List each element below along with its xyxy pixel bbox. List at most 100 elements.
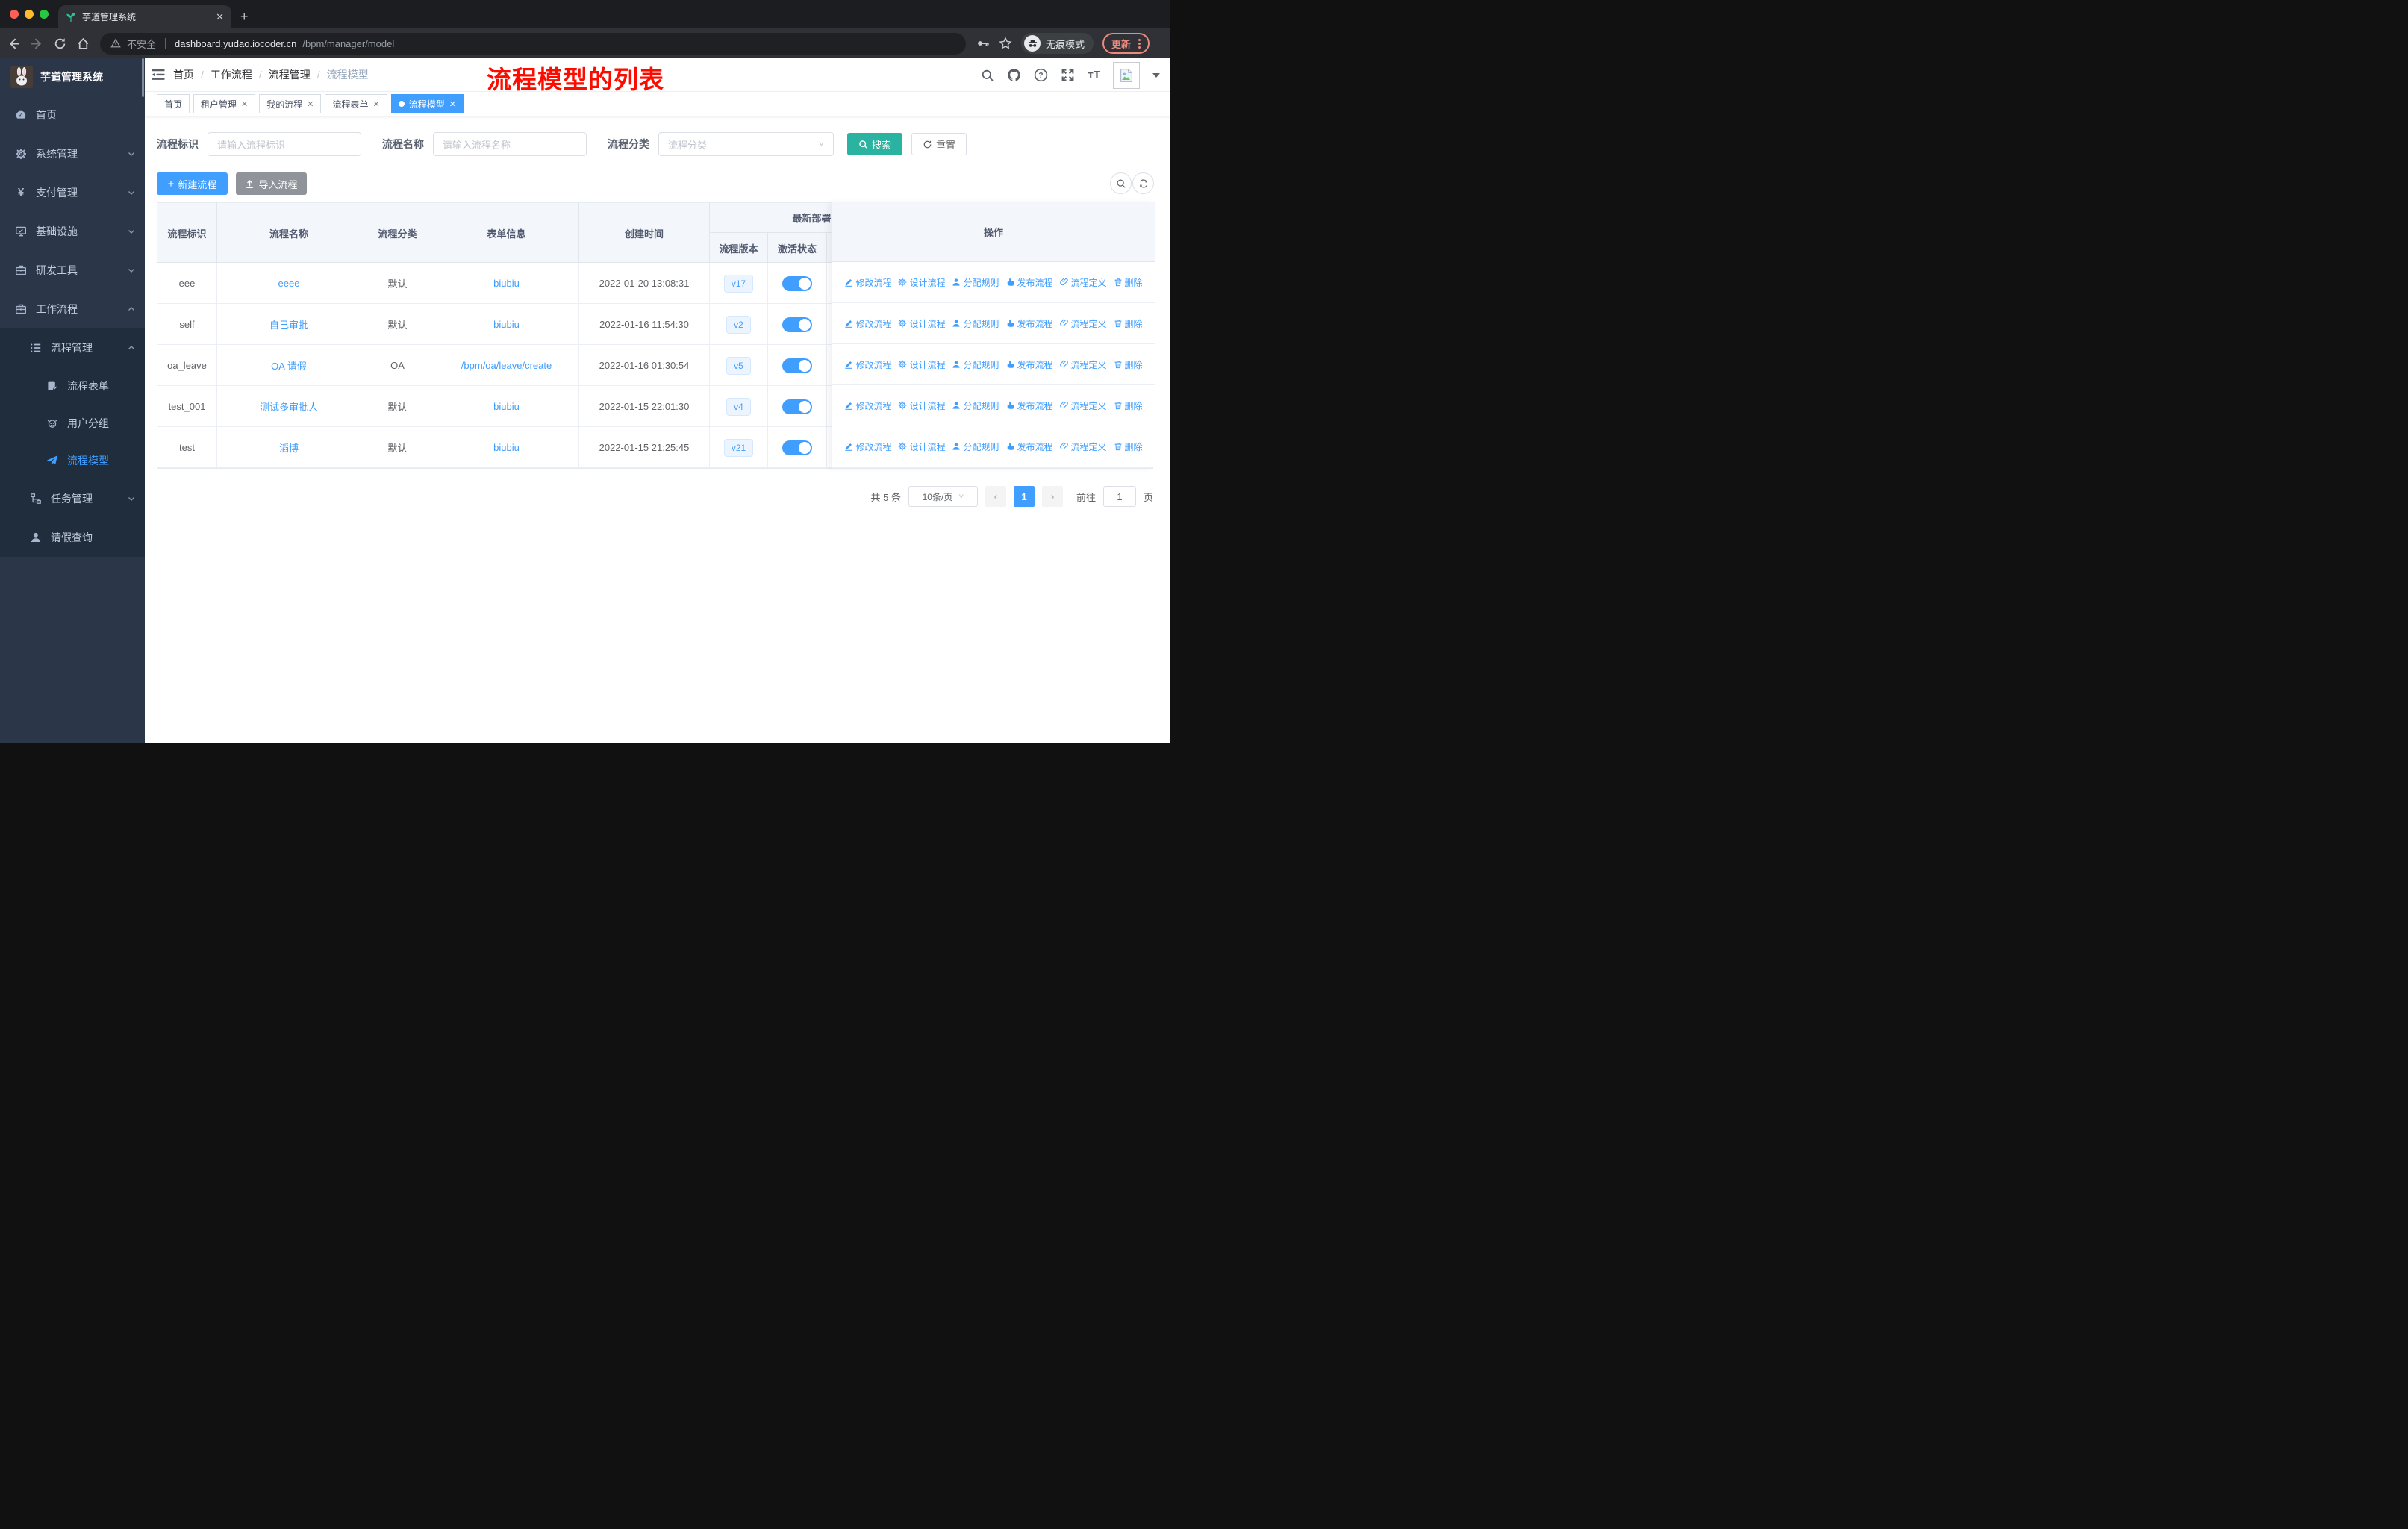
sidebar-item-system[interactable]: 系统管理 [0, 134, 145, 173]
active-toggle[interactable] [782, 440, 812, 455]
publish-process-link[interactable]: 发布流程 [1006, 276, 1053, 289]
delete-link[interactable]: 删除 [1114, 440, 1143, 453]
collapse-sidebar-icon[interactable] [145, 68, 173, 81]
process-category-select[interactable]: 流程分类 ˅ [658, 132, 834, 156]
close-window-button[interactable] [10, 10, 19, 19]
search-button[interactable]: 搜索 [847, 133, 903, 155]
bookmark-star-icon[interactable] [999, 37, 1012, 50]
active-toggle[interactable] [782, 399, 812, 414]
url-bar[interactable]: 不安全 dashboard.yudao.iocoder.cn/bpm/manag… [100, 32, 966, 55]
modify-process-link[interactable]: 修改流程 [844, 440, 891, 453]
process-name-link[interactable]: 测试多审批人 [260, 399, 318, 414]
breadcrumb-home[interactable]: 首页 [173, 67, 194, 82]
app-logo[interactable]: 芋道管理系统 [0, 58, 145, 96]
design-process-link[interactable]: 设计流程 [898, 399, 945, 412]
assign-rule-link[interactable]: 分配规则 [952, 317, 999, 330]
publish-process-link[interactable]: 发布流程 [1006, 440, 1053, 453]
form-info-link[interactable]: biubiu [493, 442, 520, 453]
tab-my-process[interactable]: 我的流程 ✕ [259, 94, 322, 113]
version-tag[interactable]: v2 [726, 315, 751, 334]
publish-process-link[interactable]: 发布流程 [1006, 399, 1053, 412]
tab-home[interactable]: 首页 [157, 94, 190, 113]
next-page-button[interactable]: › [1041, 486, 1063, 507]
prev-page-button[interactable]: ‹ [985, 486, 1006, 507]
tab-tenant-management[interactable]: 租户管理 ✕ [193, 94, 256, 113]
form-info-link[interactable]: biubiu [493, 401, 520, 412]
modify-process-link[interactable]: 修改流程 [844, 317, 891, 330]
form-info-link[interactable]: biubiu [493, 278, 520, 289]
browser-tab[interactable]: 芋道管理系统 ✕ [58, 5, 231, 28]
browser-update-button[interactable]: 更新 [1102, 33, 1150, 54]
back-icon[interactable] [7, 37, 20, 50]
tab-process-model[interactable]: 流程模型 ✕ [390, 94, 464, 113]
close-icon[interactable]: ✕ [449, 99, 456, 109]
font-size-icon[interactable]: ᴛT [1088, 69, 1100, 81]
publish-process-link[interactable]: 发布流程 [1006, 317, 1053, 330]
password-key-icon[interactable] [976, 37, 990, 50]
breadcrumb-process-management[interactable]: 流程管理 [269, 67, 311, 82]
publish-process-link[interactable]: 发布流程 [1006, 358, 1053, 371]
process-name-link[interactable]: OA 请假 [271, 358, 307, 373]
reset-button[interactable]: 重置 [911, 133, 967, 155]
modify-process-link[interactable]: 修改流程 [844, 358, 891, 371]
home-icon[interactable] [77, 37, 90, 50]
form-info-link[interactable]: /bpm/oa/leave/create [461, 360, 552, 371]
security-label[interactable]: 不安全 [127, 37, 156, 51]
help-icon[interactable]: ? [1034, 68, 1048, 82]
process-definition-link[interactable]: 流程定义 [1059, 440, 1107, 453]
process-name-link[interactable]: 自己审批 [269, 317, 308, 331]
process-definition-link[interactable]: 流程定义 [1059, 358, 1107, 371]
design-process-link[interactable]: 设计流程 [898, 276, 945, 289]
process-definition-link[interactable]: 流程定义 [1059, 276, 1107, 289]
search-icon[interactable] [981, 69, 994, 82]
import-process-button[interactable]: 导入流程 [236, 172, 307, 195]
github-icon[interactable] [1007, 68, 1021, 82]
tab-close-icon[interactable]: ✕ [216, 11, 224, 23]
version-tag[interactable]: v5 [726, 356, 751, 375]
sidebar-item-user-group[interactable]: 用户分组 [0, 405, 145, 442]
avatar-caret-icon[interactable] [1152, 72, 1160, 78]
new-tab-button[interactable]: + [240, 8, 249, 25]
delete-link[interactable]: 删除 [1114, 399, 1143, 412]
sidebar-item-process-management[interactable]: 流程管理 [0, 328, 145, 367]
fullscreen-icon[interactable] [1061, 68, 1075, 82]
current-page[interactable]: 1 [1013, 486, 1035, 507]
sidebar-scrollbar[interactable] [142, 58, 144, 97]
process-definition-link[interactable]: 流程定义 [1059, 399, 1107, 412]
sidebar-item-leave-query[interactable]: 请假查询 [0, 518, 145, 557]
close-icon[interactable]: ✕ [307, 99, 314, 109]
sidebar-item-infrastructure[interactable]: 基础设施 [0, 212, 145, 251]
sidebar-item-process-form[interactable]: 流程表单 [0, 367, 145, 405]
process-key-input[interactable]: 请输入流程标识 [208, 132, 361, 156]
create-process-button[interactable]: + 新建流程 [157, 172, 228, 195]
process-name-link[interactable]: eeee [278, 278, 300, 289]
assign-rule-link[interactable]: 分配规则 [952, 440, 999, 453]
process-name-input[interactable]: 请输入流程名称 [433, 132, 587, 156]
design-process-link[interactable]: 设计流程 [898, 358, 945, 371]
update-label[interactable]: 更新 [1111, 37, 1131, 51]
delete-link[interactable]: 删除 [1114, 276, 1143, 289]
sidebar-item-devtools[interactable]: 研发工具 [0, 251, 145, 290]
assign-rule-link[interactable]: 分配规则 [952, 399, 999, 412]
active-toggle[interactable] [782, 358, 812, 373]
assign-rule-link[interactable]: 分配规则 [952, 276, 999, 289]
version-tag[interactable]: v21 [723, 438, 754, 457]
delete-link[interactable]: 删除 [1114, 317, 1143, 330]
design-process-link[interactable]: 设计流程 [898, 440, 945, 453]
minimize-window-button[interactable] [25, 10, 34, 19]
breadcrumb-workflow[interactable]: 工作流程 [210, 67, 252, 82]
sidebar-item-task-management[interactable]: 任务管理 [0, 479, 145, 518]
process-definition-link[interactable]: 流程定义 [1059, 317, 1107, 330]
close-icon[interactable]: ✕ [373, 99, 380, 109]
version-tag[interactable]: v17 [723, 274, 754, 293]
zoom-window-button[interactable] [40, 10, 49, 19]
tab-process-form[interactable]: 流程表单 ✕ [325, 94, 387, 113]
avatar[interactable] [1113, 61, 1140, 89]
sidebar-item-process-model[interactable]: 流程模型 [0, 442, 145, 479]
sidebar-item-payment[interactable]: ¥ 支付管理 [0, 173, 145, 212]
reload-icon[interactable] [54, 37, 66, 50]
design-process-link[interactable]: 设计流程 [898, 317, 945, 330]
toggle-search-button[interactable] [1110, 172, 1132, 194]
sidebar-item-workflow[interactable]: 工作流程 [0, 290, 145, 328]
active-toggle[interactable] [782, 275, 812, 291]
